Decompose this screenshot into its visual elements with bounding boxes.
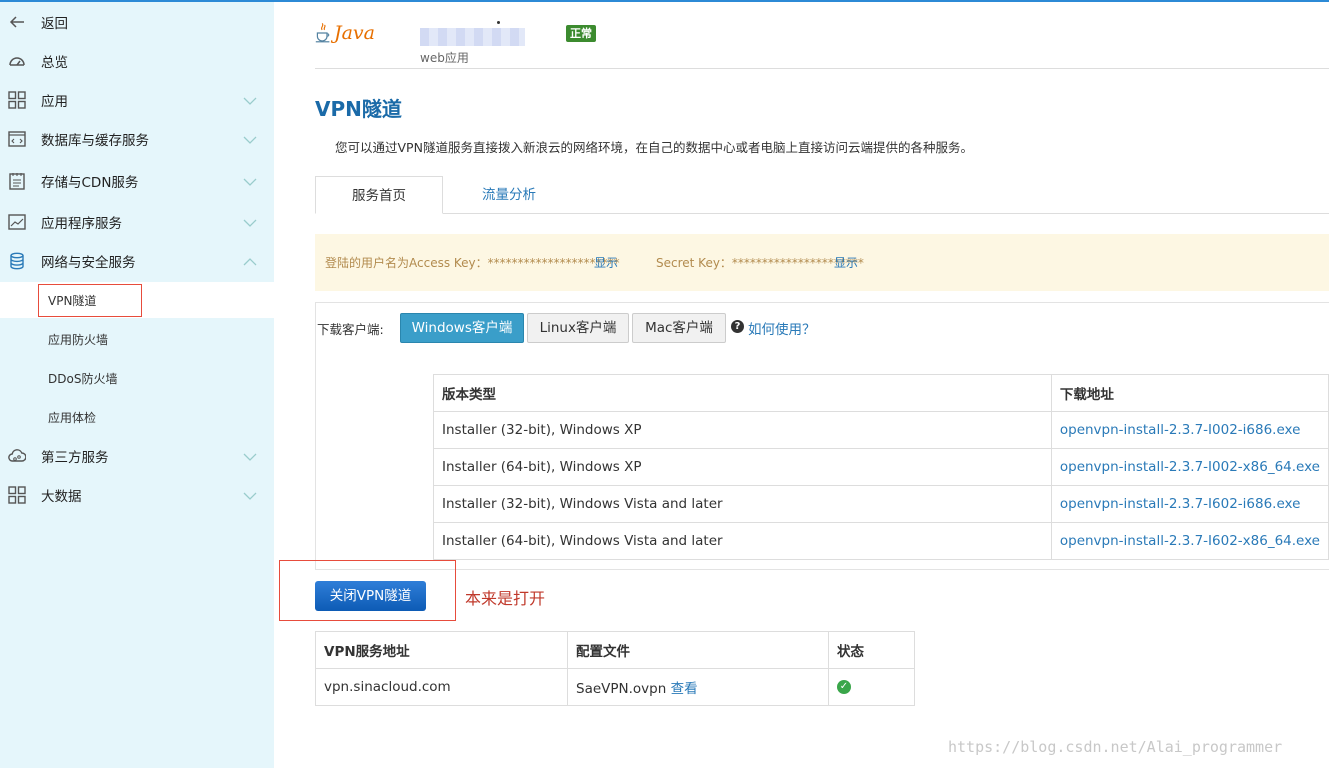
access-key-label: 登陆的用户名为Access Key：********************** — [325, 256, 620, 270]
download-link[interactable]: openvpn-install-2.3.7-I002-i686.exe — [1050, 411, 1329, 449]
java-logo-text: Java — [333, 22, 375, 44]
download-link[interactable]: openvpn-install-2.3.7-I002-x86_64.exe — [1050, 448, 1329, 486]
table-header-row: VPN服务地址 配置文件 状态 — [315, 631, 915, 669]
java-logo: Java — [315, 17, 375, 49]
mac-client-button[interactable]: Mac客户端 — [632, 313, 726, 343]
download-client-label: 下载客户端: — [317, 322, 384, 337]
app-type-label: web应用 — [420, 51, 469, 65]
sidebar-item-label: 应用 — [41, 94, 68, 110]
chevron-down-icon — [243, 176, 257, 186]
vpn-address-cell: vpn.sinacloud.com — [315, 668, 568, 706]
cloud-icon — [8, 447, 26, 465]
tab-bar: 服务首页 流量分析 — [315, 176, 1329, 214]
sidebar-subitem-vpn-tunnel[interactable]: VPN隧道 — [0, 282, 274, 318]
back-label: 返回 — [41, 16, 68, 32]
chevron-down-icon — [243, 451, 257, 461]
sidebar-item-label: 大数据 — [41, 489, 82, 505]
table-row: vpn.sinacloud.com SaeVPN.ovpn 查看 ✓ — [315, 668, 915, 706]
chevron-down-icon — [243, 95, 257, 105]
close-vpn-tunnel-button[interactable]: 关闭VPN隧道 — [315, 581, 426, 611]
view-config-link[interactable]: 查看 — [671, 681, 698, 697]
sidebar-subitem-label: DDoS防火墙 — [48, 371, 118, 386]
how-to-use-link[interactable]: 如何使用？ — [748, 318, 816, 338]
status-cell: ✓ — [828, 668, 915, 706]
version-cell: Installer (32-bit), Windows XP — [433, 411, 1052, 449]
sidebar-item-label: 第三方服务 — [41, 450, 109, 466]
redaction-dot — [497, 21, 500, 24]
sidebar-item-big-data[interactable]: 大数据 — [0, 480, 274, 510]
sidebar-subitem-ddos-firewall[interactable]: DDoS防火墙 — [0, 360, 274, 396]
column-header-status: 状态 — [828, 631, 915, 669]
sidebar-item-app-services[interactable]: 应用程序服务 — [0, 207, 274, 237]
column-header-version: 版本类型 — [433, 374, 1052, 412]
chevron-up-icon — [243, 256, 257, 266]
header-divider — [315, 68, 1329, 69]
config-file-cell: SaeVPN.ovpn 查看 — [567, 668, 829, 706]
version-cell: Installer (32-bit), Windows Vista and la… — [433, 485, 1052, 523]
sidebar-item-label: 存储与CDN服务 — [41, 175, 139, 191]
question-circle-icon: ? — [731, 320, 744, 333]
code-window-icon — [8, 130, 26, 148]
chevron-down-icon — [243, 134, 257, 144]
sidebar-subitem-label: 应用体检 — [48, 410, 97, 425]
grid-icon — [8, 486, 26, 504]
sidebar-item-storage-cdn[interactable]: 存储与CDN服务 — [0, 166, 274, 196]
sidebar-item-label: 数据库与缓存服务 — [41, 133, 149, 149]
table-row: Installer (64-bit), Windows Vista and la… — [433, 522, 1329, 560]
version-cell: Installer (64-bit), Windows XP — [433, 448, 1052, 486]
table-row: Installer (32-bit), Windows Vista and la… — [433, 485, 1329, 523]
show-secret-key-link[interactable]: 显示 — [834, 254, 858, 271]
clipboard-icon — [8, 172, 26, 190]
database-icon — [8, 252, 26, 270]
show-access-key-link[interactable]: 显示 — [594, 254, 618, 271]
arrow-left-icon — [8, 13, 26, 31]
column-header-vpn-address: VPN服务地址 — [315, 631, 568, 669]
chart-window-icon — [8, 213, 26, 231]
sidebar-item-label: 应用程序服务 — [41, 216, 122, 232]
sidebar-subitem-label: VPN隧道 — [48, 293, 97, 308]
sidebar-subitem-label: 应用防火墙 — [48, 332, 109, 347]
sidebar-item-network-security[interactable]: 网络与安全服务 — [0, 246, 274, 276]
watermark: https://blog.csdn.net/Alai_programmer — [948, 738, 1283, 756]
status-badge: 正常 — [566, 25, 596, 42]
tab-service-home[interactable]: 服务首页 — [315, 176, 443, 214]
sidebar-item-overview[interactable]: 总览 — [0, 46, 274, 76]
download-link[interactable]: openvpn-install-2.3.7-I602-i686.exe — [1050, 485, 1329, 523]
java-cup-icon — [315, 23, 330, 43]
back-button[interactable]: 返回 — [0, 7, 274, 37]
dashboard-icon — [8, 52, 26, 70]
page-title: VPN隧道 — [315, 97, 402, 121]
access-key-bar: 登陆的用户名为Access Key：**********************… — [315, 234, 1329, 291]
sidebar-item-third-party[interactable]: 第三方服务 — [0, 441, 274, 471]
windows-client-button[interactable]: Windows客户端 — [400, 313, 524, 343]
sidebar-item-apps[interactable]: 应用 — [0, 85, 274, 115]
sidebar-item-label: 总览 — [41, 55, 68, 71]
table-row: Installer (64-bit), Windows XP openvpn-i… — [433, 448, 1329, 486]
table-header-row: 版本类型 下载地址 — [433, 374, 1329, 412]
sidebar-item-label: 网络与安全服务 — [41, 255, 136, 271]
check-circle-icon: ✓ — [837, 680, 851, 694]
chevron-down-icon — [243, 217, 257, 227]
sidebar-subitem-app-firewall[interactable]: 应用防火墙 — [0, 321, 274, 357]
tab-traffic-analysis[interactable]: 流量分析 — [465, 176, 553, 214]
sidebar: 返回 总览 应用 数据库与缓存服务 存储与CDN服务 应用程序服务 网络与安全服… — [0, 2, 274, 768]
table-row: Installer (32-bit), Windows XP openvpn-i… — [433, 411, 1329, 449]
app-name-redacted — [420, 28, 525, 46]
download-link[interactable]: openvpn-install-2.3.7-I602-x86_64.exe — [1050, 522, 1329, 560]
sidebar-item-database[interactable]: 数据库与缓存服务 — [0, 124, 274, 154]
sidebar-subitem-app-checkup[interactable]: 应用体检 — [0, 399, 274, 435]
grid-icon — [8, 91, 26, 109]
config-file-name: SaeVPN.ovpn — [576, 681, 667, 697]
linux-client-button[interactable]: Linux客户端 — [527, 313, 629, 343]
secret-key-label: Secret Key：********************** — [656, 256, 864, 270]
annotation-note: 本来是打开 — [465, 589, 546, 608]
version-cell: Installer (64-bit), Windows Vista and la… — [433, 522, 1052, 560]
column-header-config-file: 配置文件 — [567, 631, 829, 669]
column-header-download-url: 下载地址 — [1050, 374, 1329, 412]
download-table: 版本类型 下载地址 Installer (32-bit), Windows XP… — [433, 374, 1329, 560]
chevron-down-icon — [243, 490, 257, 500]
page-description: 您可以通过VPN隧道服务直接拨入新浪云的网络环境，在自己的数据中心或者电脑上直接… — [335, 140, 973, 155]
vpn-info-table: VPN服务地址 配置文件 状态 vpn.sinacloud.com SaeVPN… — [315, 631, 915, 706]
